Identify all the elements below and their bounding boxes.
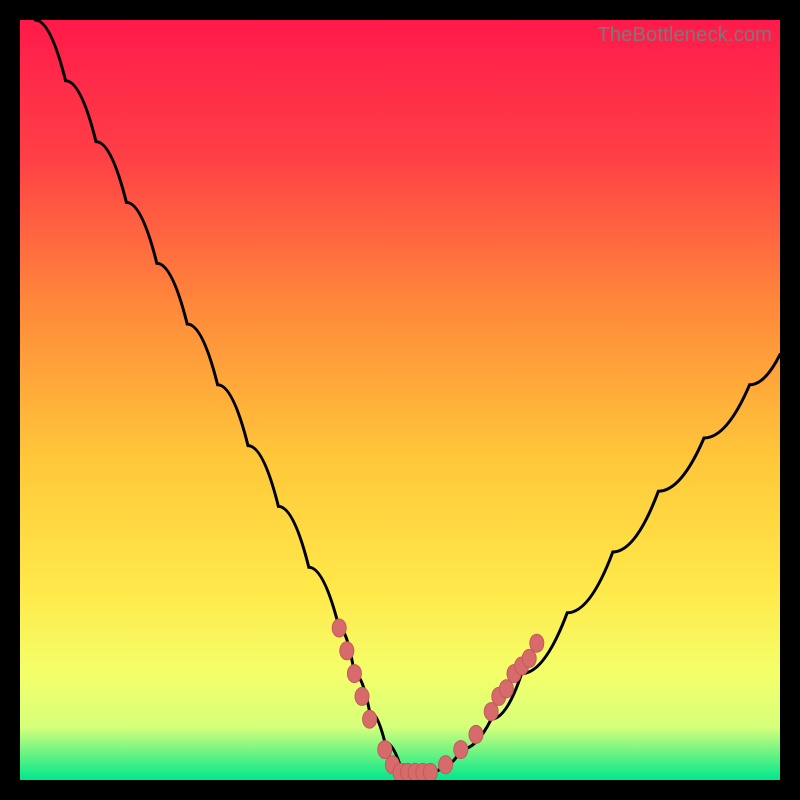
curve-marker bbox=[355, 687, 369, 705]
chart-frame: TheBottleneck.com bbox=[20, 20, 780, 780]
curve-marker bbox=[522, 649, 536, 667]
curve-marker bbox=[484, 703, 498, 721]
gradient-background bbox=[20, 20, 780, 780]
curve-marker bbox=[340, 642, 354, 660]
curve-marker bbox=[378, 741, 392, 759]
curve-marker bbox=[423, 763, 437, 780]
curve-marker bbox=[439, 756, 453, 774]
curve-marker bbox=[347, 665, 361, 683]
watermark-label: TheBottleneck.com bbox=[597, 24, 772, 47]
curve-marker bbox=[363, 710, 377, 728]
curve-marker bbox=[499, 680, 513, 698]
curve-marker bbox=[530, 634, 544, 652]
bottleneck-chart bbox=[20, 20, 780, 780]
curve-marker bbox=[469, 725, 483, 743]
curve-marker bbox=[454, 741, 468, 759]
curve-marker bbox=[332, 619, 346, 637]
